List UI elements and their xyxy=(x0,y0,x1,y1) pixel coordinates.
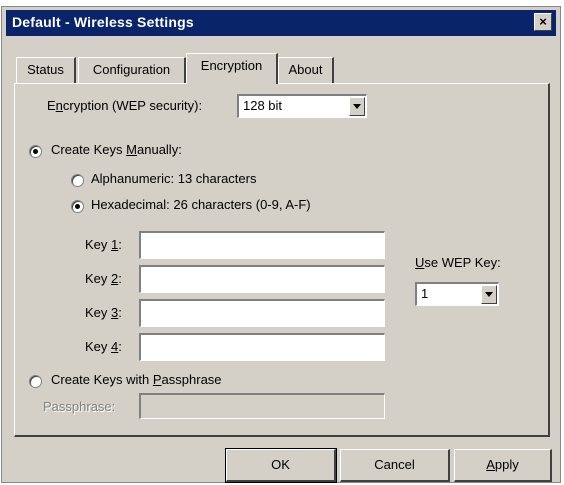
chevron-down-icon[interactable] xyxy=(481,285,497,304)
passphrase-input xyxy=(139,393,385,419)
tab-status-label: Status xyxy=(27,62,64,77)
tab-encryption-label: Encryption xyxy=(200,58,263,73)
key-1-input[interactable] xyxy=(139,231,385,259)
encryption-panel: Encryption (WEP security): 128 bit Creat… xyxy=(14,83,550,437)
create-keys-manually-radio[interactable] xyxy=(29,145,42,158)
ok-button[interactable]: OK xyxy=(225,448,337,483)
key-1-label: Key 1: xyxy=(85,237,122,252)
create-keys-passphrase-label[interactable]: Create Keys with Passphrase xyxy=(51,372,222,387)
cancel-button-label: Cancel xyxy=(374,457,415,472)
tab-about[interactable]: About xyxy=(278,57,334,83)
create-keys-manually-label[interactable]: Create Keys Manually: xyxy=(51,142,182,157)
create-keys-passphrase-radio[interactable] xyxy=(29,375,42,388)
chevron-down-icon[interactable] xyxy=(349,97,365,116)
use-wep-key-label: Use WEP Key: xyxy=(415,255,501,270)
cancel-button[interactable]: Cancel xyxy=(340,449,450,482)
use-wep-key-value: 1 xyxy=(421,286,429,301)
key-3-input[interactable] xyxy=(139,299,385,327)
encryption-select[interactable]: 128 bit xyxy=(237,94,367,118)
alphanumeric-radio[interactable] xyxy=(71,174,84,187)
key-2-input[interactable] xyxy=(139,265,385,293)
wireless-settings-dialog: Default - Wireless Settings × Status Con… xyxy=(1,6,561,483)
use-wep-key-select[interactable]: 1 xyxy=(415,282,499,306)
title-bar[interactable]: Default - Wireless Settings × xyxy=(6,10,556,36)
close-icon: × xyxy=(539,14,547,29)
passphrase-label: Passphrase: xyxy=(43,399,116,414)
apply-button[interactable]: Apply xyxy=(454,449,552,482)
tab-encryption[interactable]: Encryption xyxy=(186,53,278,84)
alphanumeric-label[interactable]: Alphanumeric: 13 characters xyxy=(91,171,256,186)
ok-button-label: OK xyxy=(271,457,290,472)
tab-status[interactable]: Status xyxy=(16,57,76,83)
key-4-input[interactable] xyxy=(139,333,385,361)
tab-about-label: About xyxy=(288,62,323,77)
close-button[interactable]: × xyxy=(534,13,552,31)
key-3-label: Key 3: xyxy=(85,305,122,320)
key-4-label: Key 4: xyxy=(85,339,122,354)
encryption-value: 128 bit xyxy=(243,98,283,113)
encryption-label: Encryption (WEP security): xyxy=(47,98,203,113)
hexadecimal-label[interactable]: Hexadecimal: 26 characters (0-9, A-F) xyxy=(91,197,311,212)
window-title: Default - Wireless Settings xyxy=(12,14,194,30)
apply-button-label: Apply xyxy=(486,457,519,472)
tab-configuration-label: Configuration xyxy=(92,62,171,77)
key-2-label: Key 2: xyxy=(85,271,122,286)
hexadecimal-radio[interactable] xyxy=(71,200,84,213)
tab-configuration[interactable]: Configuration xyxy=(78,57,186,83)
